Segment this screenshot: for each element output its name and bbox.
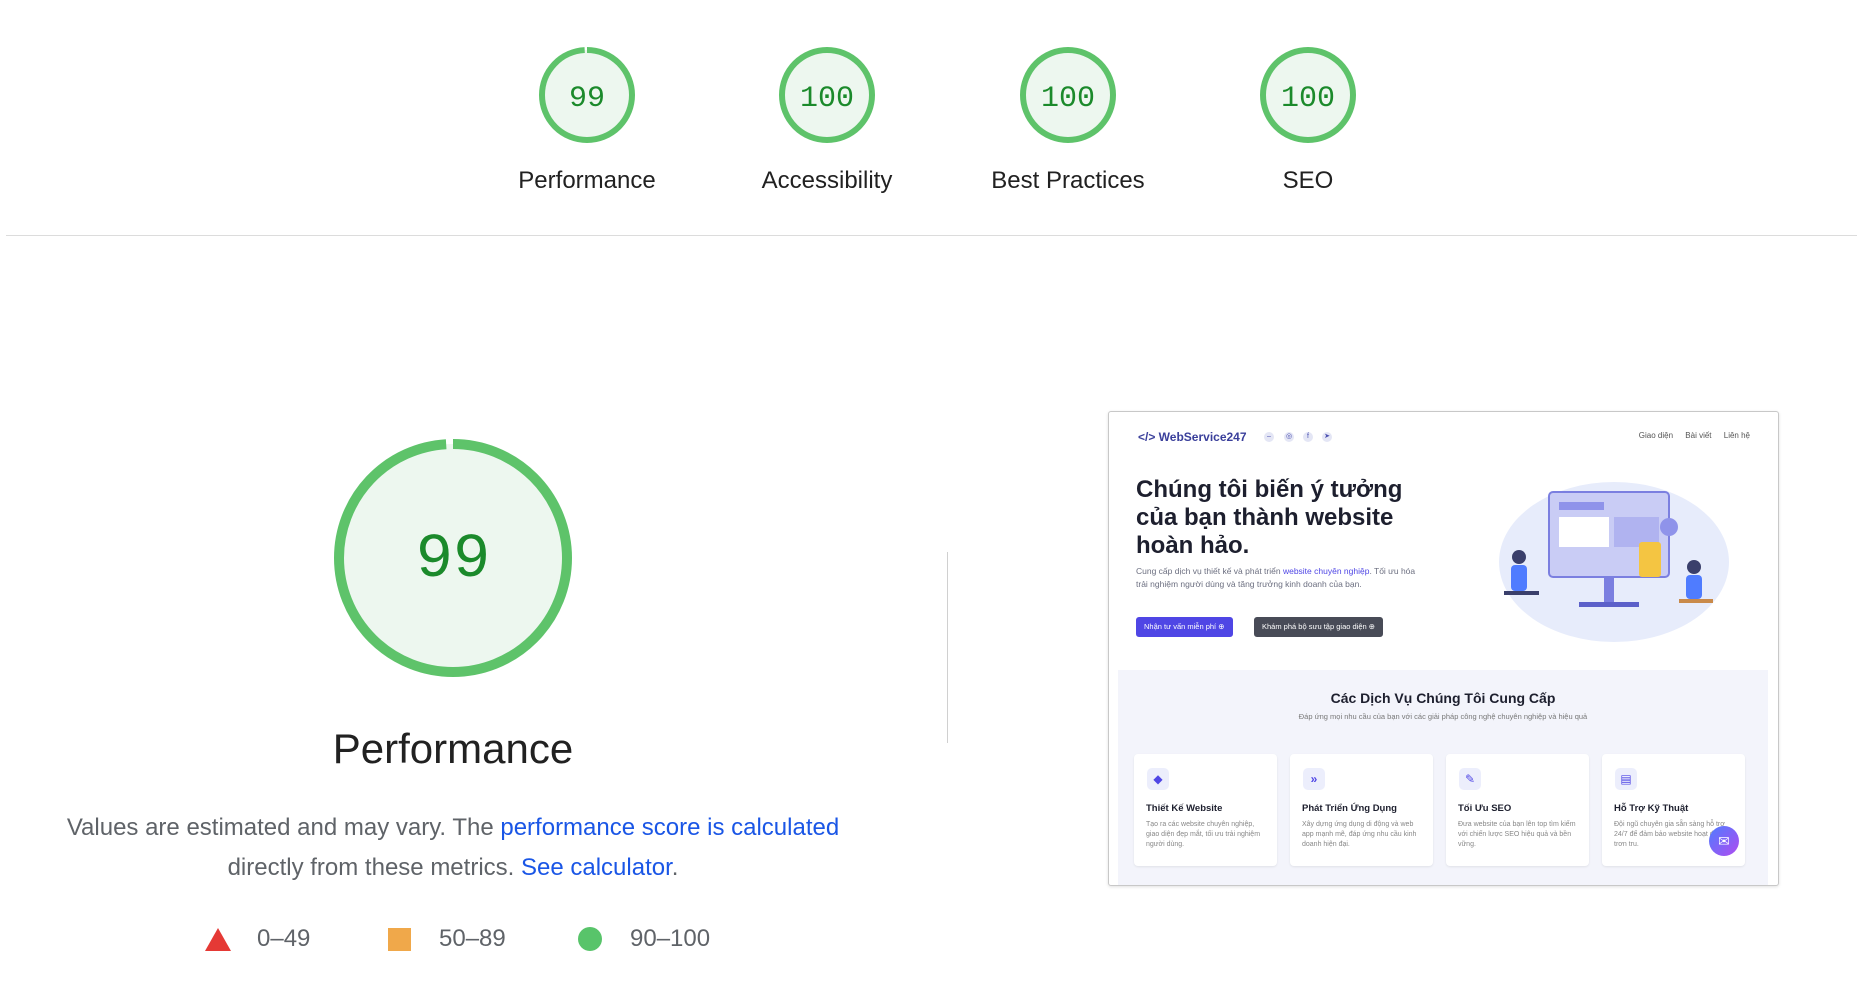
chevrons-icon: »: [1303, 768, 1325, 790]
triangle-icon: [205, 927, 231, 951]
site-nav-link: Bài viết: [1685, 431, 1712, 440]
legend-item-average: 50–89: [388, 925, 506, 953]
hero-sub-text: Cung cấp dịch vụ thiết kế và phát triển: [1136, 566, 1283, 576]
performance-description: Values are estimated and may vary. The p…: [60, 808, 846, 888]
book-icon: ▤: [1615, 768, 1637, 790]
site-services-section: Các Dịch Vụ Chúng Tôi Cung Cấp Đáp ứng m…: [1118, 670, 1768, 885]
legend-item-fail: 0–49: [205, 925, 310, 953]
gauge-ring: 99: [539, 47, 635, 143]
site-nav: </> WebService247 – ◎ f ➤ Giao diện Bài …: [1109, 412, 1778, 462]
telegram-icon: ➤: [1322, 432, 1332, 442]
site-cta-primary: Nhận tư vấn miễn phí ⊕: [1136, 617, 1233, 637]
service-card-title: Thiết Kế Website: [1146, 803, 1223, 814]
minus-icon: –: [1264, 432, 1274, 442]
site-nav-links: Giao diện Bài viết Liên hệ: [1629, 431, 1750, 440]
desc-text: Values are estimated and may vary. The: [66, 814, 501, 841]
gauge-label: SEO: [1282, 167, 1334, 194]
performance-gauge-large: 99: [331, 436, 575, 680]
wrench-icon: ✎: [1459, 768, 1481, 790]
gauge-ring: 99: [334, 439, 572, 677]
service-card-title: Phát Triển Ứng Dụng: [1302, 803, 1397, 814]
gauge-accessibility[interactable]: 100 Accessibility: [707, 45, 947, 195]
circle-icon: [578, 927, 602, 951]
gauge-seo[interactable]: 100 SEO: [1188, 45, 1428, 195]
gauge-ring: 100: [1260, 47, 1356, 143]
performance-title: Performance: [332, 725, 574, 772]
messenger-icon: ✉: [1709, 826, 1739, 856]
service-card: » Phát Triển Ứng Dụng Xây dựng ứng dụng …: [1290, 754, 1433, 866]
site-cta-secondary: Khám phá bộ sưu tập giao diện ⊕: [1254, 617, 1384, 637]
service-card-title: Tối Ưu SEO: [1458, 803, 1512, 814]
gauge-label: Performance: [518, 167, 656, 194]
desc-text: .: [671, 854, 679, 881]
section-divider: [6, 235, 1857, 236]
gauge-best-practices[interactable]: 100 Best Practices: [948, 45, 1188, 195]
see-calculator-link[interactable]: See calculator: [521, 854, 672, 881]
gauge-label: Accessibility: [761, 167, 893, 194]
service-card-desc: Đưa website của bạn lên top tìm kiếm với…: [1458, 821, 1576, 848]
services-title: Các Dịch Vụ Chúng Tôi Cung Cấp: [1330, 690, 1556, 706]
service-card: ◆ Thiết Kế Website Tạo ra các website ch…: [1134, 754, 1277, 866]
score-summary: 99 Performance 100 Accessibility 100 Bes…: [0, 0, 1857, 236]
service-card-desc: Xây dựng ứng dụng di động và web app mạn…: [1302, 821, 1417, 848]
gauge-score: 99: [569, 82, 605, 116]
hero-sub-link: website chuyên nghiệp: [1282, 566, 1370, 576]
service-card-title: Hỗ Trợ Kỹ Thuật: [1614, 803, 1689, 814]
legend-item-pass: 90–100: [578, 925, 710, 953]
services-subtitle: Đáp ứng mọi nhu cầu của bạn với các giải…: [1298, 712, 1588, 721]
facebook-icon: f: [1303, 432, 1313, 442]
gauge-score: 100: [800, 82, 854, 116]
site-nav-link: Liên hệ: [1723, 431, 1750, 440]
whatsapp-icon: ◎: [1284, 432, 1294, 442]
site-logo: </> WebService247: [1138, 430, 1247, 444]
service-card: ✎ Tối Ưu SEO Đưa website của bạn lên top…: [1446, 754, 1589, 866]
legend-range: 50–89: [439, 925, 506, 952]
hero-illustration: [1499, 482, 1729, 642]
site-hero-subtitle: Cung cấp dịch vụ thiết kế và phát triển …: [1136, 565, 1421, 591]
vertical-divider: [947, 552, 948, 743]
gauge-performance[interactable]: 99 Performance: [467, 45, 707, 195]
legend-range: 90–100: [630, 925, 711, 952]
final-screenshot[interactable]: </> WebService247 – ◎ f ➤ Giao diện Bài …: [1108, 411, 1779, 886]
square-icon: [388, 927, 411, 951]
gauge-score: 100: [1281, 82, 1335, 116]
gauge-ring: 100: [779, 47, 875, 143]
desc-text: directly from these metrics.: [227, 854, 521, 881]
gauge-score: 100: [1041, 82, 1095, 116]
score-calculated-link[interactable]: performance score is calculated: [500, 814, 839, 841]
site-hero-title: Chúng tôi biến ý tưởng của bạn thành web…: [1136, 476, 1403, 559]
gauge-score: 99: [416, 524, 490, 595]
legend-range: 0–49: [257, 925, 311, 952]
shapes-icon: ◆: [1147, 768, 1169, 790]
gauge-label: Best Practices: [991, 167, 1145, 194]
gauge-ring: 100: [1020, 47, 1116, 143]
site-nav-link: Giao diện: [1638, 431, 1674, 440]
service-card-desc: Tạo ra các website chuyên nghiệp, giao d…: [1146, 821, 1261, 848]
